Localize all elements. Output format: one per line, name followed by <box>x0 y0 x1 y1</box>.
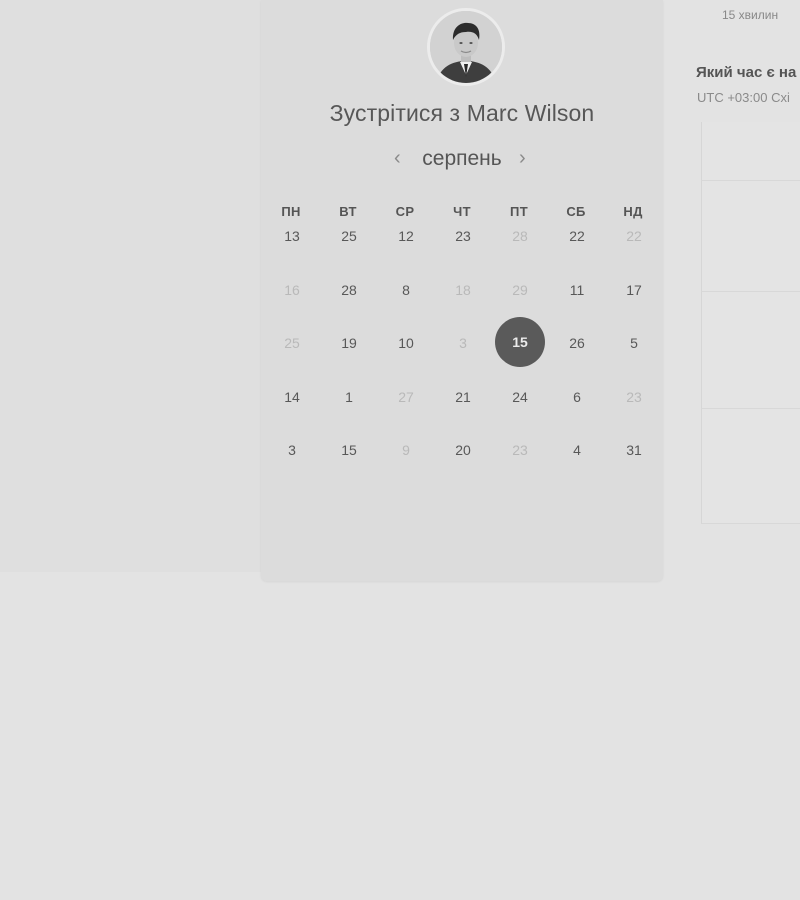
month-navigation: ‹ серпень › <box>261 146 663 174</box>
host-photo-icon <box>430 11 502 83</box>
month-label: серпень <box>422 147 502 170</box>
calendar-day[interactable]: 3 <box>267 425 317 475</box>
host-name: Marc Wilson <box>466 100 595 126</box>
calendar-day[interactable]: 22 <box>552 211 602 261</box>
time-slot[interactable] <box>701 292 800 409</box>
calendar-day[interactable]: 6 <box>552 372 602 422</box>
calendar-day[interactable]: 15 <box>324 425 374 475</box>
calendar-day[interactable]: 12 <box>381 211 431 261</box>
calendar-day[interactable]: 5 <box>609 318 659 368</box>
time-question-heading: Який час є на <box>696 64 797 81</box>
page-background-left <box>0 0 262 572</box>
calendar-grid: 13 25 12 23 28 22 22 16 28 8 18 29 11 17 25 19 10 3 15 26 5 1… <box>263 224 663 484</box>
time-slot[interactable] <box>701 409 800 524</box>
calendar-day[interactable]: 1 <box>324 372 374 422</box>
calendar-day[interactable]: 21 <box>438 372 488 422</box>
calendar-day[interactable]: 19 <box>324 318 374 368</box>
calendar-day: 28 <box>512 228 528 244</box>
calendar-day: 27 <box>398 388 414 405</box>
time-slot[interactable] <box>701 181 800 292</box>
calendar-day[interactable]: 14 <box>267 372 317 422</box>
meeting-title-prefix: Зустрітися з <box>329 100 467 126</box>
calendar-day: 23 <box>626 388 642 405</box>
calendar-day: 25 <box>284 335 300 351</box>
time-slot[interactable] <box>701 122 800 181</box>
calendar-day[interactable]: 26 <box>552 318 602 368</box>
chevron-left-icon[interactable]: ‹ <box>394 147 401 169</box>
timezone-selector[interactable]: UTC +03:00 Схі <box>697 90 790 105</box>
calendar-day[interactable]: 28 <box>324 265 374 315</box>
calendar-day: 22 <box>626 228 642 244</box>
calendar-day: 23 <box>512 442 528 458</box>
calendar-day[interactable]: 24 <box>495 372 545 422</box>
calendar-day[interactable]: 13 <box>267 211 317 261</box>
calendar-day[interactable]: 8 <box>381 265 431 315</box>
calendar-day[interactable]: 25 <box>324 211 374 261</box>
calendar-day[interactable]: 31 <box>609 425 659 475</box>
calendar-day: 16 <box>284 281 300 298</box>
meeting-duration: 15 хвилин <box>722 8 779 22</box>
chevron-right-icon[interactable]: › <box>519 147 526 169</box>
calendar-day-selected[interactable]: 15 <box>495 317 545 367</box>
calendar-day: 9 <box>402 442 410 458</box>
calendar-day[interactable]: 20 <box>438 425 488 475</box>
calendar-day: 18 <box>455 281 471 298</box>
calendar-day[interactable]: 17 <box>609 265 659 315</box>
calendar-day[interactable]: 4 <box>552 425 602 475</box>
meeting-title: Зустрітися з Marc Wilson <box>261 100 663 127</box>
calendar-day[interactable]: 11 <box>552 265 602 315</box>
calendar-day: 29 <box>512 281 528 298</box>
booking-card: Зустрітися з Marc Wilson ‹ серпень › ПН … <box>261 0 663 581</box>
calendar-day[interactable]: 10 <box>381 318 431 368</box>
calendar-day: 3 <box>459 335 467 351</box>
host-avatar <box>427 8 505 86</box>
calendar-day[interactable]: 23 <box>438 211 488 261</box>
